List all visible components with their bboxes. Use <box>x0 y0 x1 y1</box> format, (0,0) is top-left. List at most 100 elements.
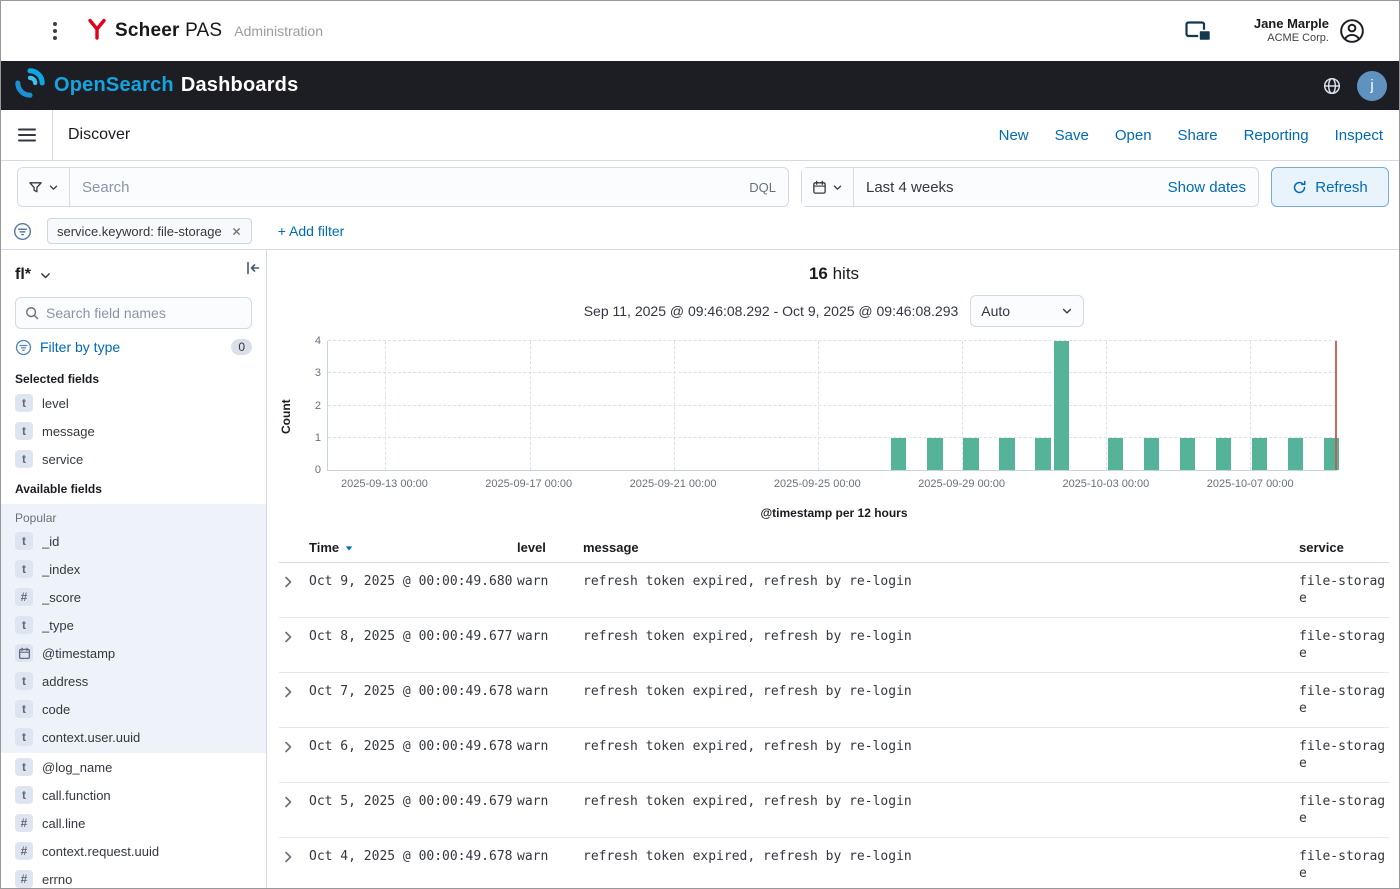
field-item-level[interactable]: tlevel <box>15 389 252 417</box>
expand-row-icon[interactable] <box>279 739 297 755</box>
x-gridline <box>674 341 675 470</box>
kebab-menu-icon[interactable] <box>49 18 61 44</box>
field-item-address[interactable]: taddress <box>15 667 252 695</box>
opensearch-logo[interactable]: OpenSearchDashboards <box>15 68 298 103</box>
filter-bar: service.keyword: file-storage + Add filt… <box>1 213 1399 250</box>
filter-by-type[interactable]: Filter by type 0 <box>15 334 252 360</box>
fields-sidebar: fl* Filter by type 0 Selected fields tle… <box>1 250 267 888</box>
histogram-bar[interactable] <box>963 438 978 470</box>
collapse-sidebar-icon[interactable] <box>245 260 261 276</box>
current-time-marker <box>1335 341 1337 470</box>
help-globe-icon[interactable] <box>1323 77 1341 95</box>
histogram-bar[interactable] <box>1180 438 1195 470</box>
cell-level: warn <box>517 848 583 865</box>
field-item-call.function[interactable]: tcall.function <box>15 781 252 809</box>
nav-action-save[interactable]: Save <box>1055 127 1089 144</box>
histogram-bar[interactable] <box>1216 438 1231 470</box>
osd-user-avatar[interactable]: j <box>1357 71 1387 101</box>
histogram-bar[interactable] <box>999 438 1014 470</box>
expand-row-icon[interactable] <box>279 794 297 810</box>
nav-action-open[interactable]: Open <box>1115 127 1152 144</box>
search-group: DQL <box>17 167 789 207</box>
field-item-_id[interactable]: t_id <box>15 527 252 555</box>
field-item-_score[interactable]: #_score <box>15 583 252 611</box>
histogram-bar[interactable] <box>927 438 942 470</box>
histogram-bar[interactable] <box>1252 438 1267 470</box>
app-root: Scheer PAS Administration Jane Marple AC… <box>0 0 1400 889</box>
open-preview-window-icon[interactable] <box>1185 20 1212 43</box>
expand-row-icon[interactable] <box>279 574 297 590</box>
interval-select[interactable]: Auto <box>970 295 1084 327</box>
y-gridline <box>328 405 1337 406</box>
field-item-call.line[interactable]: #call.line <box>15 809 252 837</box>
show-dates-link[interactable]: Show dates <box>1168 179 1258 196</box>
document-row: Oct 7, 2025 @ 00:00:49.678warnrefresh to… <box>279 673 1389 728</box>
field-item-_type[interactable]: t_type <box>15 611 252 639</box>
sort-descending-icon <box>344 543 354 553</box>
histogram-bar[interactable] <box>1288 438 1303 470</box>
hamburger-menu-icon[interactable] <box>17 127 37 143</box>
field-item-_index[interactable]: t_index <box>15 555 252 583</box>
expand-row-icon[interactable] <box>279 684 297 700</box>
nav-action-inspect[interactable]: Inspect <box>1335 127 1383 144</box>
cell-message: refresh token expired, refresh by re-log… <box>583 683 1299 700</box>
nav-action-new[interactable]: New <box>999 127 1029 144</box>
filter-pill-label: service.keyword: file-storage <box>57 224 222 239</box>
saved-query-menu-button[interactable] <box>18 168 70 206</box>
field-item-context.user.uuid[interactable]: tcontext.user.uuid <box>15 723 252 751</box>
nav-action-reporting[interactable]: Reporting <box>1244 127 1309 144</box>
filter-set-icon[interactable] <box>13 222 32 241</box>
column-header-level[interactable]: level <box>517 540 583 555</box>
field-type-string-icon: t <box>15 394 33 412</box>
query-language-label[interactable]: DQL <box>737 180 788 195</box>
brand-name-regular: PAS <box>185 20 222 41</box>
histogram-bar[interactable] <box>891 438 906 470</box>
field-type-string-icon: t <box>15 758 33 776</box>
field-name: errno <box>42 872 72 887</box>
date-picker-menu-button[interactable] <box>802 168 854 206</box>
filter-pill[interactable]: service.keyword: file-storage <box>47 218 252 244</box>
field-search-input[interactable] <box>46 305 242 321</box>
index-pattern-value: fl* <box>15 266 31 284</box>
histogram-bar[interactable] <box>1108 438 1123 470</box>
available-fields-heading: Available fields <box>15 482 252 496</box>
x-axis-tick-label: 2025-10-03 00:00 <box>1062 478 1149 490</box>
field-type-string-icon: t <box>15 728 33 746</box>
time-range-value[interactable]: Last 4 weeks <box>854 179 954 196</box>
cell-time: Oct 8, 2025 @ 00:00:49.677 <box>309 628 517 645</box>
field-type-string-icon: t <box>15 532 33 550</box>
field-item-context.request.uuid[interactable]: #context.request.uuid <box>15 837 252 865</box>
nav-bar: Discover NewSaveOpenShareReportingInspec… <box>1 110 1399 161</box>
nav-action-share[interactable]: Share <box>1178 127 1218 144</box>
refresh-button[interactable]: Refresh <box>1271 167 1389 207</box>
index-pattern-select[interactable]: fl* <box>15 262 252 288</box>
column-header-message[interactable]: message <box>583 540 1299 555</box>
column-header-time[interactable]: Time <box>309 540 517 555</box>
histogram-bar[interactable] <box>1054 341 1069 470</box>
y-axis-tick-label: 3 <box>315 367 321 379</box>
field-type-number-icon: # <box>15 814 33 832</box>
cell-level: warn <box>517 573 583 590</box>
field-type-string-icon: t <box>15 786 33 804</box>
add-filter-link[interactable]: + Add filter <box>278 223 345 239</box>
field-item-service[interactable]: tservice <box>15 445 252 473</box>
field-item-code[interactable]: tcode <box>15 695 252 723</box>
user-avatar-icon[interactable] <box>1339 18 1365 44</box>
expand-row-icon[interactable] <box>279 629 297 645</box>
cell-time: Oct 9, 2025 @ 00:00:49.680 <box>309 573 517 590</box>
field-item-@log_name[interactable]: t@log_name <box>15 753 252 781</box>
remove-filter-icon[interactable] <box>231 226 242 237</box>
filter-by-type-label: Filter by type <box>40 339 120 355</box>
field-item-message[interactable]: tmessage <box>15 417 252 445</box>
field-item-@timestamp[interactable]: @timestamp <box>15 639 252 667</box>
column-header-service[interactable]: service <box>1299 540 1389 555</box>
available-fields-list: t@log_nametcall.function#call.line#conte… <box>1 753 266 888</box>
search-input[interactable] <box>70 179 737 196</box>
histogram-bar[interactable] <box>1144 438 1159 470</box>
histogram-bar[interactable] <box>1035 438 1050 470</box>
expand-row-icon[interactable] <box>279 849 297 865</box>
query-bar: DQL Last 4 weeks Show dates Refresh <box>1 161 1399 213</box>
scheer-pas-brand[interactable]: Scheer PAS <box>87 18 222 45</box>
field-item-errno[interactable]: # errno <box>15 865 252 888</box>
field-type-number-icon: # <box>15 870 33 888</box>
